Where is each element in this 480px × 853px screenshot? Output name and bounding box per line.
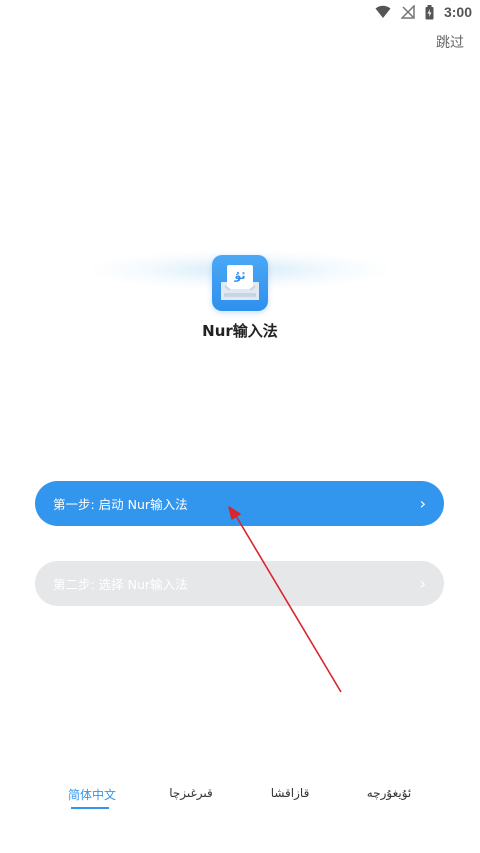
screen: 3:00 跳过 ئۇ Nur输入法 第一步: 启动 Nur输入法 › 第二步: … [0,0,480,853]
annotation-arrow [228,506,342,693]
app-name: Nur输入法 [202,322,278,340]
tab-kazakh[interactable]: قازاقشا [268,786,312,800]
app-logo: ئۇ [212,255,268,311]
step-two-button[interactable]: 第二步: 选择 Nur输入法 › [35,561,444,606]
tab-kyrgyz[interactable]: قىرغىزچا [166,786,216,800]
status-bar: 3:00 [0,0,480,24]
language-tabs: 简体中文 قىرغىزچا قازاقشا ئۇيغۇرچە [0,786,480,816]
skip-button[interactable]: 跳过 [436,32,464,52]
no-signal-icon [400,5,415,19]
keyboard-icon: ئۇ [221,265,259,300]
chevron-right-icon: › [419,573,426,593]
wifi-icon [375,5,391,18]
step-one-label: 第一步: 启动 Nur输入法 [53,497,188,512]
tab-uyghur[interactable]: ئۇيغۇرچە [364,786,414,800]
logo-glyph: ئۇ [233,269,245,282]
tab-simplified-chinese[interactable]: 简体中文 [68,786,116,803]
step-one-button[interactable]: 第一步: 启动 Nur输入法 › [35,481,444,526]
status-time: 3:00 [443,4,472,20]
chevron-right-icon: › [419,493,426,513]
step-two-label: 第二步: 选择 Nur输入法 [53,577,188,592]
active-tab-indicator [71,807,109,809]
battery-icon [425,4,434,19]
